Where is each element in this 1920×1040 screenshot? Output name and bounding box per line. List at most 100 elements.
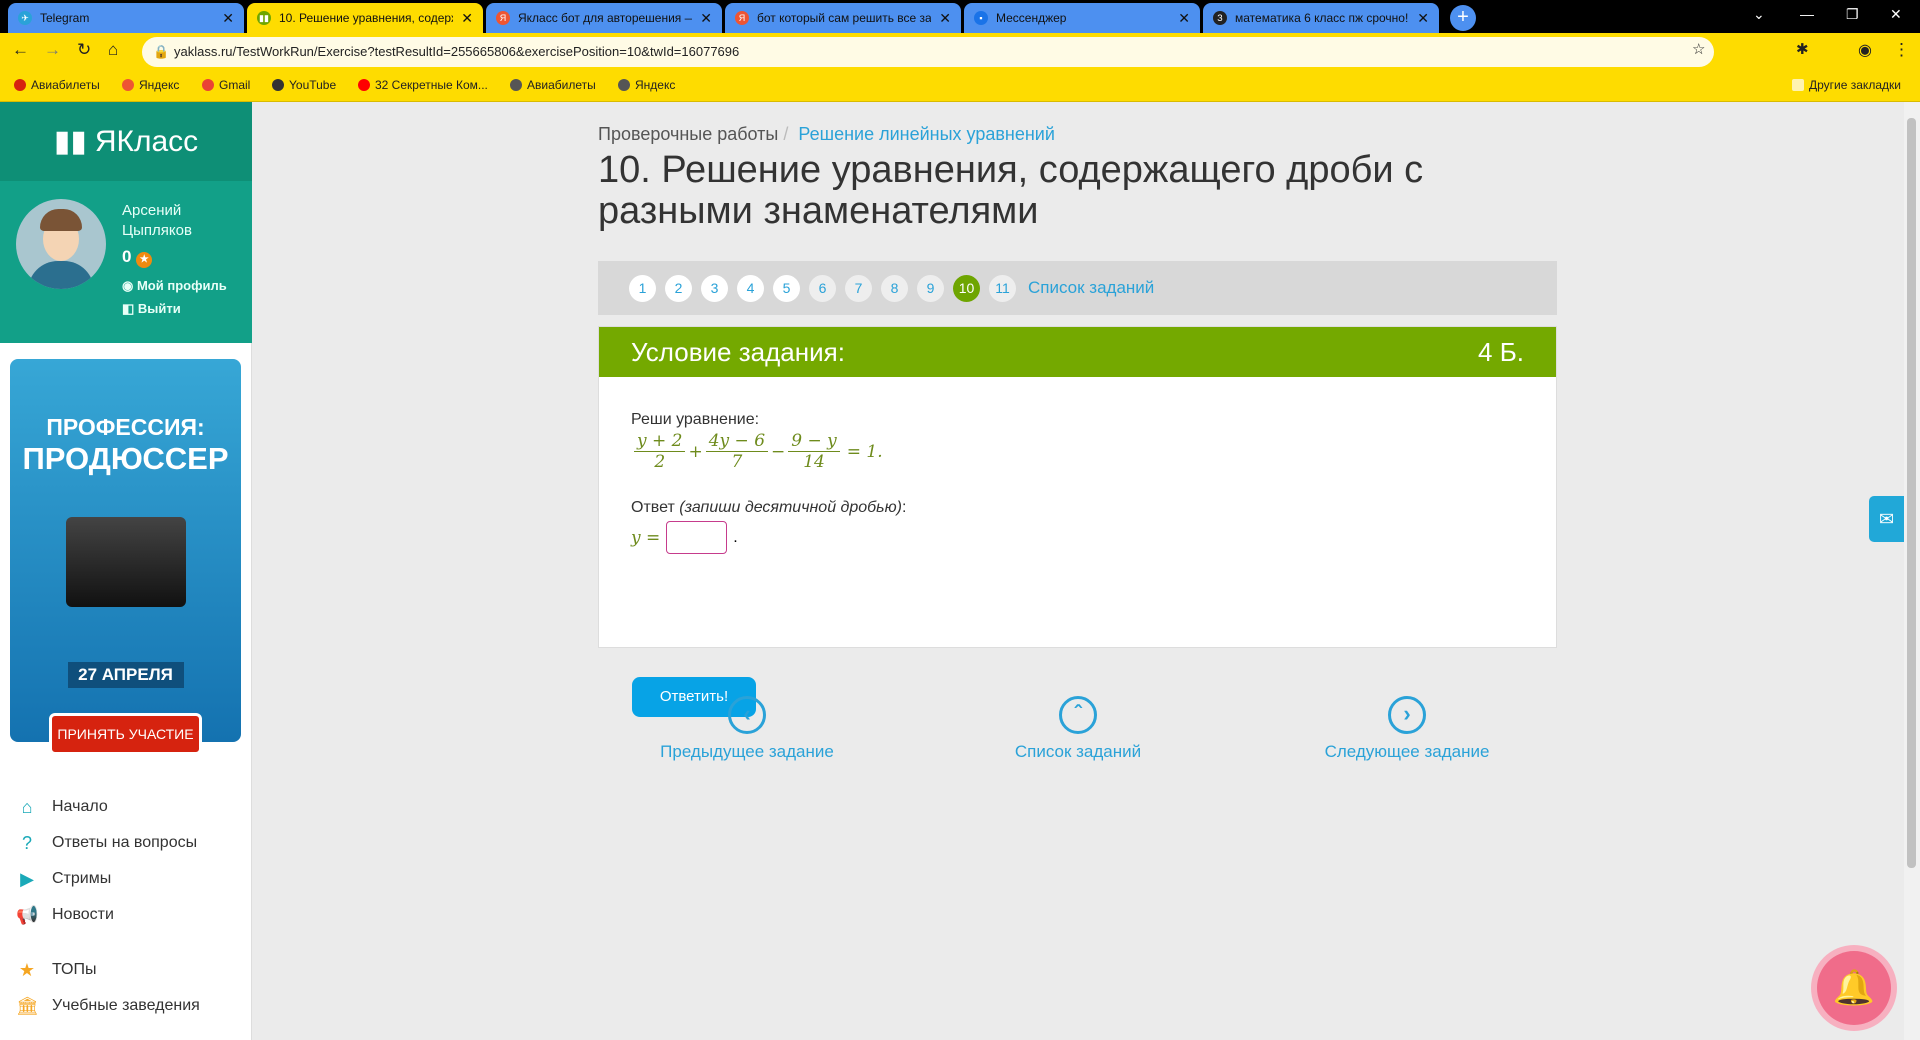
user-last-name[interactable]: Цыпляков (122, 221, 227, 241)
sidebar-nav-item[interactable]: 🏛 Учебные заведения (16, 996, 200, 1016)
bookmark-item[interactable]: Gmail (202, 78, 250, 92)
task-list-link[interactable]: Список заданий (1028, 278, 1154, 298)
browser-tab[interactable]: Я Якласс бот для авторешения — Я ✕ (486, 3, 722, 33)
tab-search-icon[interactable]: ⌄ (1753, 6, 1765, 23)
answer-label: Ответ (запиши десятичной дробью): (631, 499, 907, 516)
answer-row: y = . (631, 521, 738, 554)
bookmark-favicon-icon (510, 79, 522, 91)
banner-participate-button[interactable]: ПРИНЯТЬ УЧАСТИЕ (49, 713, 202, 755)
points-badge: 4 Б. (1478, 337, 1524, 367)
page-button[interactable]: 5 (773, 274, 800, 302)
tab-favicon-icon: Я (496, 11, 510, 25)
back-icon[interactable]: ← (12, 40, 29, 60)
page-button[interactable]: 3 (701, 274, 728, 302)
nav-icon: ? (21, 833, 32, 853)
restore-button[interactable]: ❐ (1846, 6, 1859, 23)
page-button[interactable]: 7 (845, 274, 872, 302)
bookmark-favicon-icon (202, 79, 214, 91)
close-tab-icon[interactable]: ✕ (1417, 10, 1429, 27)
ad-banner[interactable]: ПРОФЕССИЯ: ПРОДЮССЕР 27 АПРЕЛЯ (10, 359, 241, 742)
close-tab-icon[interactable]: ✕ (700, 10, 712, 27)
page-button[interactable]: 1 (629, 274, 656, 302)
logout-link[interactable]: ◧ Выйти (122, 299, 227, 319)
reload-icon[interactable]: ↻ (77, 40, 91, 60)
page-button[interactable]: 11 (989, 274, 1016, 302)
scrollbar-thumb[interactable] (1907, 118, 1916, 868)
nav-icon: 🏛 (16, 996, 39, 1016)
bookmark-star-icon[interactable]: ☆ (1692, 40, 1705, 58)
task-list-button[interactable]: ˆ Список заданий (958, 696, 1198, 762)
tab-favicon-icon: Я (735, 11, 749, 25)
bookmark-item[interactable]: Авиабилеты (14, 78, 100, 92)
browser-tab[interactable]: Ябот который сам решить все зад ✕ (725, 3, 961, 33)
logo[interactable]: ▮▮ ЯКласс (0, 102, 252, 181)
close-window-button[interactable]: ✕ (1890, 6, 1902, 23)
prev-task-button[interactable]: ‹ Предыдущее задание (627, 696, 867, 762)
other-bookmarks[interactable]: Другие закладки (1792, 78, 1901, 92)
sidebar-nav-item[interactable]: 📢 Новости (16, 905, 114, 925)
home-icon[interactable]: ⌂ (108, 40, 118, 60)
sidebar: ▮▮ ЯКласс Арсений Цыпляков 0 ★ ◉ Мой проф… (0, 102, 252, 1040)
task-pager: 1 2 3 4 5 6 7 8 9 10 11 Список заданий (598, 261, 1557, 315)
page-button[interactable]: 4 (737, 274, 764, 302)
bookmark-item[interactable]: Яндекс (618, 78, 675, 92)
browser-tab[interactable]: ✈ Telegram ✕ (8, 3, 244, 33)
chevron-left-icon: ‹ (728, 696, 766, 734)
forward-icon[interactable]: → (44, 40, 61, 60)
nav-icon: ★ (18, 960, 36, 980)
bookmark-favicon-icon (14, 79, 26, 91)
tab-favicon-icon: ✈ (18, 11, 32, 25)
extensions-icon[interactable]: ✱ (1796, 40, 1809, 58)
feedback-mail-icon[interactable]: ✉ (1869, 496, 1904, 542)
tab-favicon-icon: ▪ (974, 11, 988, 25)
profile-panel: Арсений Цыпляков 0 ★ ◉ Мой профиль ◧ Вый… (0, 181, 252, 343)
close-tab-icon[interactable]: ✕ (222, 10, 234, 27)
user-first-name[interactable]: Арсений (122, 201, 227, 221)
browser-tab[interactable]: Зматематика 6 класс пж срочно!!! ✕ (1203, 3, 1439, 33)
nav-icon: 📢 (16, 905, 39, 925)
book-icon: ▮▮ (53, 125, 87, 158)
chevron-up-icon: ˆ (1059, 696, 1097, 734)
breadcrumb-item[interactable]: Проверочные работы (598, 124, 778, 144)
browser-tab[interactable]: ▪ Мессенджер ✕ (964, 3, 1200, 33)
sidebar-nav-item[interactable]: ⌂ Начало (16, 797, 108, 817)
avatar[interactable] (16, 199, 106, 289)
page-button[interactable]: 2 (665, 274, 692, 302)
page-button[interactable]: 6 (809, 274, 836, 302)
new-tab-button[interactable]: + (1450, 5, 1476, 31)
page-button[interactable]: 9 (917, 274, 944, 302)
sidebar-nav-item[interactable]: ★ ТОПы (16, 960, 97, 980)
browser-tab[interactable]: ▮▮10. Решение уравнения, содержащего✕ (247, 3, 483, 33)
bookmark-item[interactable]: Яндекс (122, 78, 179, 92)
notification-bell-icon[interactable]: 🔔 (1817, 951, 1891, 1025)
bookmark-item[interactable]: Авиабилеты (510, 78, 596, 92)
menu-icon[interactable]: ⋮ (1893, 40, 1910, 60)
answer-input[interactable] (666, 521, 728, 554)
lock-icon[interactable]: 🔒 (153, 44, 169, 60)
bookmark-item[interactable]: 32 Секретные Ком... (358, 78, 488, 92)
bookmark-favicon-icon (618, 79, 630, 91)
sidebar-nav-item[interactable]: ▶ Стримы (16, 869, 111, 889)
my-profile-link[interactable]: ◉ Мой профиль (122, 276, 227, 296)
close-tab-icon[interactable]: ✕ (461, 10, 473, 27)
close-tab-icon[interactable]: ✕ (1178, 10, 1190, 27)
page-button[interactable]: 8 (881, 274, 908, 302)
toolbar: ← → ↻ ⌂ 🔒 yaklass.ru/TestWorkRun/Exercis… (0, 33, 1920, 70)
tab-favicon-icon: ▮▮ (257, 11, 271, 25)
equation: y + 22 + 4y − 67 − 9 − y 14 = 1. (631, 431, 883, 472)
chevron-right-icon: › (1388, 696, 1426, 734)
address-bar[interactable]: yaklass.ru/TestWorkRun/Exercise?testResu… (174, 37, 1614, 67)
breadcrumb-item[interactable]: Решение линейных уравнений (798, 124, 1055, 144)
tab-favicon-icon: З (1213, 11, 1227, 25)
next-task-button[interactable]: › Следующее задание (1287, 696, 1527, 762)
minimize-button[interactable]: — (1800, 6, 1814, 22)
page-button[interactable]: 10 (953, 274, 980, 302)
clapperboard-image (65, 517, 186, 607)
star-coin-icon: ★ (136, 252, 153, 268)
close-tab-icon[interactable]: ✕ (939, 10, 951, 27)
profile-avatar-icon[interactable]: ◉ (1858, 40, 1872, 60)
bookmark-item[interactable]: YouTube (272, 78, 336, 92)
sidebar-nav-item[interactable]: ? Ответы на вопросы (16, 833, 197, 853)
bookmark-favicon-icon (272, 79, 284, 91)
nav-icon: ▶ (20, 869, 34, 889)
